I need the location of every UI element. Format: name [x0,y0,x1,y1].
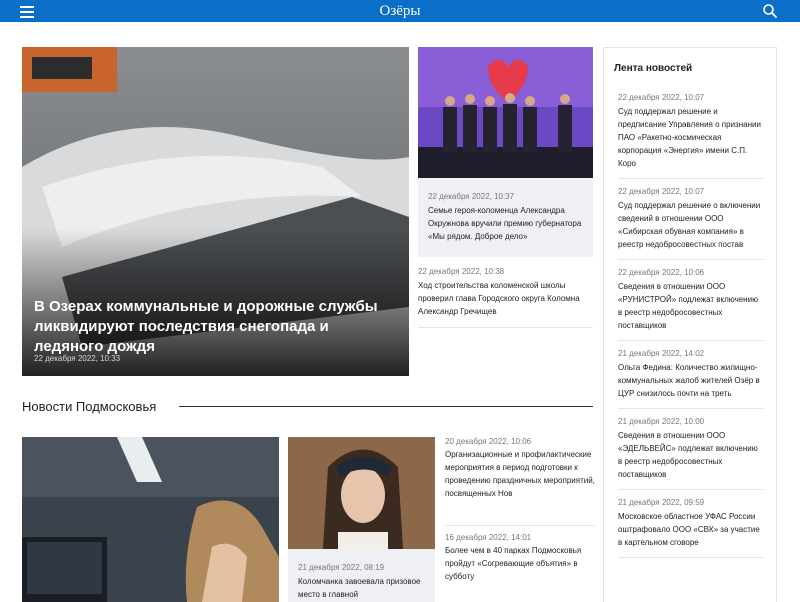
news-feed-list: 22 декабря 2022, 10:07 Суд поддержал реш… [618,93,764,566]
bottom-card-title[interactable]: Коломчанка завоевала призовое место в гл… [298,575,428,601]
top-news-card[interactable]: 22 декабря 2022, 10:37 Семье героя-колом… [418,47,593,257]
list-item[interactable]: 20 декабря 2022, 10:06 Организационные и… [445,437,595,525]
feed-item[interactable]: 21 декабря 2022, 09:59 Московское област… [618,498,764,558]
feed-item-date: 22 декабря 2022, 10:06 [618,268,705,277]
feed-item-date: 21 декабря 2022, 14:02 [618,349,705,358]
feed-item[interactable]: 22 декабря 2022, 10:06 Сведения в отноше… [618,268,764,341]
site-logo[interactable]: Озёры [0,0,800,22]
top-card-title[interactable]: Семье героя-коломенца Александра Окружно… [428,204,588,243]
section-title: Новости Подмосковья [22,399,157,414]
top-card-date: 22 декабря 2022, 10:37 [428,192,515,201]
list-item-date: 16 декабря 2022, 14:01 [445,533,532,542]
feed-item-date: 21 декабря 2022, 09:59 [618,498,705,507]
award-ceremony-image [418,47,593,178]
feed-item-title[interactable]: Московское областное УФАС России оштрафо… [618,510,764,549]
list-item-date: 20 декабря 2022, 10:06 [445,437,532,446]
top-item-date: 22 декабря 2022, 10:38 [418,267,505,276]
feed-item[interactable]: 22 декабря 2022, 10:07 Суд поддержал реш… [618,93,764,179]
feed-item-title[interactable]: Ольга Федина: Количество жилищно-коммуна… [618,361,764,400]
feed-item[interactable]: 21 декабря 2022, 10:00 Сведения в отноше… [618,417,764,490]
feed-item-title[interactable]: Сведения в отношении ООО «ЭДЕЛЬВЕЙС» под… [618,429,764,481]
news-feed: Лента новостей 22 декабря 2022, 10:07 Су… [603,47,777,602]
bottom-card-date: 21 декабря 2022, 08:19 [298,563,385,572]
hero-article[interactable]: В Озерах коммунальные и дорожные службы … [22,47,409,376]
feed-item-date: 22 декабря 2022, 10:07 [618,187,705,196]
feed-item-date: 22 декабря 2022, 10:07 [618,93,705,102]
divider [418,327,593,328]
top-bar: Озёры [0,0,800,22]
search-icon[interactable] [762,3,778,19]
list-item[interactable]: 16 декабря 2022, 14:01 Более чем в 40 па… [445,533,595,583]
feed-item-title[interactable]: Суд поддержал решение и предписание Упра… [618,105,764,170]
hero-date: 22 декабря 2022, 10:33 [34,354,121,363]
feed-item-title[interactable]: Суд поддержал решение о включении сведен… [618,199,764,251]
office-worker-image[interactable] [22,437,279,602]
list-item-title[interactable]: Организационные и профилактические мероп… [445,448,595,500]
top-item-title[interactable]: Ход строительства коломенской школы пров… [418,279,593,318]
news-feed-title: Лента новостей [614,63,693,74]
feed-item-title[interactable]: Сведения в отношении ООО «РУНИСТРОЙ» под… [618,280,764,332]
feed-item[interactable]: 21 декабря 2022, 14:02 Ольга Федина: Кол… [618,349,764,409]
feed-item-date: 21 декабря 2022, 10:00 [618,417,705,426]
list-item-title[interactable]: Более чем в 40 парках Подмосковья пройду… [445,544,595,583]
top-news-item[interactable]: 22 декабря 2022, 10:38 Ход строительства… [418,267,593,318]
divider [445,525,595,526]
regional-news-list: 20 декабря 2022, 10:06 Организационные и… [445,437,595,583]
feed-item[interactable]: 22 декабря 2022, 10:07 Суд поддержал реш… [618,187,764,260]
hero-title[interactable]: В Озерах коммунальные и дорожные службы … [34,297,397,357]
girl-portrait-image [288,437,435,549]
section-divider [179,406,593,407]
bottom-news-card[interactable]: 21 декабря 2022, 08:19 Коломчанка завоев… [288,437,435,602]
